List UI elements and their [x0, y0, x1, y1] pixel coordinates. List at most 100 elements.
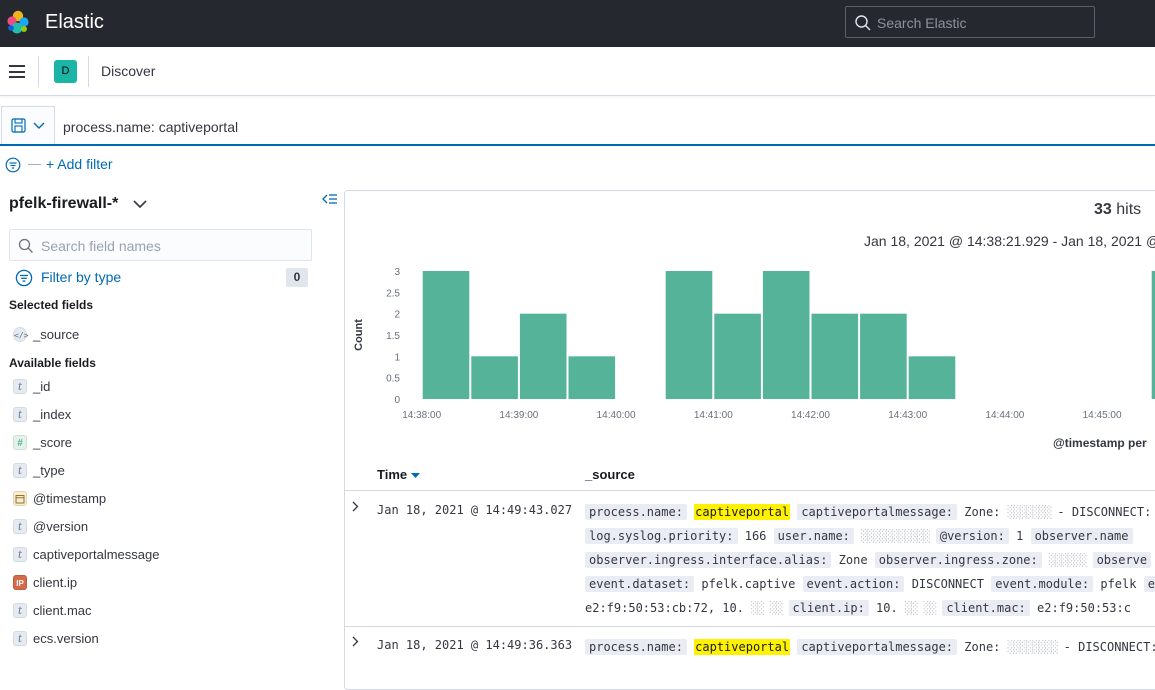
field-item[interactable]: </> _source: [13, 325, 313, 345]
histogram-bar[interactable]: [714, 313, 761, 399]
field-item[interactable]: t captiveportalmessage: [13, 545, 313, 565]
filter-by-type-button[interactable]: Filter by type 0: [15, 268, 310, 288]
available-fields-title: Available fields: [9, 356, 96, 370]
source-key: observer.name: [1030, 528, 1133, 544]
app-title[interactable]: Elastic: [45, 11, 104, 34]
field-item[interactable]: t _id: [13, 377, 313, 397]
y-tick-label: 1.5: [386, 331, 400, 342]
field-name: _source: [33, 327, 80, 342]
search-icon: [18, 238, 33, 253]
field-name: client.ip: [33, 575, 78, 590]
string-type-icon: t: [13, 519, 27, 534]
top-header: Elastic: [0, 0, 1155, 47]
filter-separator: —: [28, 156, 41, 171]
field-item[interactable]: IP client.ip: [13, 573, 313, 593]
field-name: client.mac: [33, 603, 92, 618]
filter-count-badge: 0: [286, 268, 308, 287]
redacted-value: ░░░░░░░░: [1007, 640, 1064, 654]
histogram-svg: Count 0 0.5 1 1.5 2 2.5 3 14:38:00 14:39:00 14:40:…: [353, 267, 1155, 421]
global-search[interactable]: [845, 6, 1095, 38]
histogram-bar[interactable]: [519, 313, 567, 399]
collapse-sidebar-icon[interactable]: [322, 192, 338, 206]
source-line: process.name: captiveportal captiveporta…: [585, 504, 1151, 520]
source-key: observer.ingress.zone:: [874, 552, 1042, 568]
date-range[interactable]: Jan 18, 2021 @ 14:38:21.929 - Jan 18, 20…: [864, 233, 1155, 249]
source-key: user.name:: [773, 528, 854, 544]
field-item[interactable]: t @version: [13, 517, 313, 537]
search-icon: [855, 15, 871, 31]
table-header-divider: [345, 490, 1155, 491]
selected-fields-title: Selected fields: [9, 298, 94, 312]
field-search-input[interactable]: [41, 236, 301, 256]
field-item[interactable]: t ecs.version: [13, 629, 313, 649]
source-key: eve: [1143, 576, 1155, 592]
redacted-value: ░░ ░░: [751, 601, 789, 615]
source-key: event.dataset:: [585, 576, 695, 592]
field-search[interactable]: [9, 229, 312, 261]
row-divider: [345, 626, 1155, 627]
date-type-icon: [13, 491, 27, 506]
source-value: pfelk.captive: [701, 577, 796, 591]
highlighted-value: captiveportal: [694, 639, 791, 655]
histogram-bar[interactable]: [471, 356, 518, 399]
y-axis-label: Count: [353, 319, 365, 351]
source-key: event.action:: [802, 576, 905, 592]
string-type-icon: t: [13, 463, 27, 478]
time-column-header[interactable]: Time: [377, 467, 420, 482]
field-item[interactable]: t _index: [13, 405, 313, 425]
y-tick-label: 3: [394, 267, 400, 278]
breadcrumb: Discover: [101, 63, 156, 79]
histogram-bar[interactable]: [908, 356, 956, 399]
field-name: captiveportalmessage: [33, 547, 160, 562]
x-tick-label: 14:42:00: [791, 410, 830, 421]
field-item[interactable]: # _score: [13, 433, 313, 453]
field-item[interactable]: @timestamp: [13, 489, 313, 509]
histogram-bar[interactable]: [665, 271, 713, 399]
source-value: 10.: [876, 601, 898, 615]
chevron-down-icon[interactable]: [133, 199, 147, 209]
query-input[interactable]: process.name: captiveportal: [63, 119, 238, 135]
histogram-bar[interactable]: [422, 271, 470, 399]
query-bar: process.name: captiveportal: [0, 106, 1155, 146]
highlighted-value: captiveportal: [694, 504, 791, 520]
field-item[interactable]: t client.mac: [13, 601, 313, 621]
source-value: Zone: [838, 553, 868, 567]
timestamp-interval-label: @timestamp per: [1053, 436, 1147, 450]
filter-options-icon[interactable]: [5, 157, 21, 173]
elastic-logo-icon[interactable]: [5, 9, 31, 35]
string-type-icon: t: [13, 407, 27, 422]
field-name: @timestamp: [33, 491, 107, 506]
source-value: - DISCONNECT:: [1063, 640, 1155, 654]
row-timestamp: Jan 18, 2021 @ 14:49:36.363: [377, 638, 573, 652]
histogram-bar[interactable]: [568, 356, 616, 399]
field-name: _id: [33, 379, 51, 394]
source-value: Zone:: [964, 640, 1001, 654]
divider: [88, 56, 89, 87]
hits-count: 33: [1094, 201, 1112, 218]
string-type-icon: t: [13, 379, 27, 394]
index-pattern-selector[interactable]: pfelk-firewall-*: [9, 195, 118, 213]
menu-toggle-icon[interactable]: [9, 65, 25, 78]
string-type-icon: t: [13, 547, 27, 562]
add-filter-button[interactable]: + Add filter: [46, 156, 113, 172]
global-search-input[interactable]: [877, 13, 1087, 33]
x-tick-label: 14:41:00: [694, 410, 733, 421]
histogram-bar[interactable]: [762, 271, 810, 399]
source-key: captiveportalmessage:: [797, 504, 958, 520]
source-key: event.module:: [991, 576, 1094, 592]
sort-down-icon[interactable]: [410, 472, 420, 479]
source-value: e2:f9:50:53:cb:72, 10.: [585, 601, 744, 615]
field-item[interactable]: t _type: [13, 461, 313, 481]
x-tick-label: 14:38:00: [402, 410, 441, 421]
expand-row-icon[interactable]: [351, 635, 359, 650]
x-tick-label: 14:43:00: [888, 410, 927, 421]
source-value: 1: [1016, 529, 1024, 543]
histogram-bar[interactable]: [860, 313, 907, 399]
space-avatar[interactable]: D: [54, 60, 77, 83]
histogram-bar[interactable]: [811, 313, 859, 399]
saved-query-button[interactable]: [1, 106, 55, 144]
expand-row-icon[interactable]: [351, 500, 359, 515]
source-key: observer.ingress.interface.alias:: [585, 552, 832, 568]
source-value: DISCONNECT: [911, 577, 984, 591]
y-tick-label: 0.5: [386, 374, 400, 385]
